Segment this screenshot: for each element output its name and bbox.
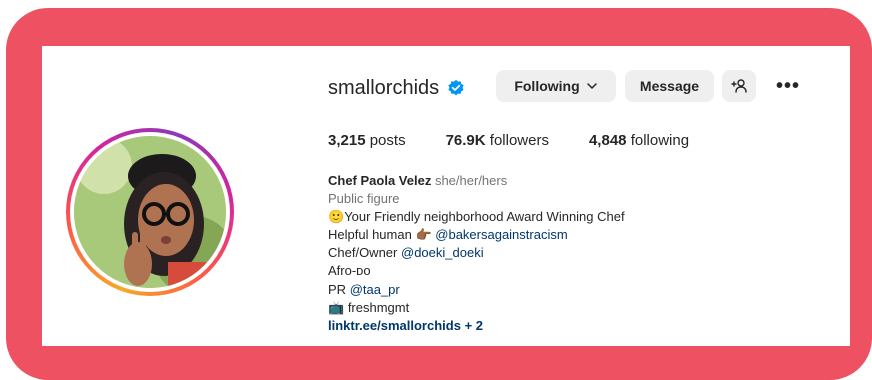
following-stat[interactable]: 4,848 following [589,132,689,149]
more-options-icon[interactable]: ••• [776,70,800,102]
following-button[interactable]: Following [496,70,616,102]
profile-stats: 3,215 posts 76.9K followers 4,848 follow… [328,132,729,149]
posts-stat[interactable]: 3,215 posts [328,132,406,149]
followers-stat[interactable]: 76.9K followers [446,132,549,149]
bio-mgmt-text: freshmgmt [347,299,410,315]
following-count: 4,848 [588,132,627,149]
tv-emoji-icon: 📺 [328,299,345,315]
posts-count: 3,215 [328,132,366,149]
display-name: Chef Paola Velez [328,173,432,188]
bio-helpful-text: Helpful human [328,227,412,243]
bio-pr-text: PR [328,281,347,297]
avatar [74,136,226,288]
followers-label: followers [489,132,549,149]
mention-doeki-doeki[interactable]: @doeki_doeki [401,245,484,260]
add-user-button[interactable] [722,70,756,102]
bio-tagline: Your Friendly neighborhood Award Winning… [344,209,625,225]
bio-afro-text: Afro-ᴅo [328,263,371,279]
bio-link[interactable]: linktr.ee/smallorchids [328,318,461,333]
mention-taa-pr[interactable]: @taa_pr [350,282,400,297]
add-user-icon [730,77,748,95]
posts-label: posts [369,132,406,149]
bio-chef-owner-text: Chef/Owner [328,245,398,261]
avatar-story-ring[interactable] [66,128,234,296]
pronouns: she/her/hers [434,173,508,188]
mention-bakersagainstracism[interactable]: @bakersagainstracism [435,227,567,242]
username: smallorchids [328,76,440,99]
profile-card: smallorchids Following Message ••• 3,215 [42,46,850,346]
following-label: following [630,132,690,149]
verified-badge-icon [447,79,465,97]
avatar-illustration [74,136,226,288]
followers-count: 76.9K [445,132,486,149]
profile-bio: Chef Paola Velez she/her/hers Public fig… [328,172,625,335]
profile-header: smallorchids [328,72,465,104]
message-button-label: Message [639,78,700,94]
smile-emoji-icon: 🙂 [328,209,345,225]
bio-link-more[interactable]: + 2 [465,318,483,333]
message-button[interactable]: Message [625,70,714,102]
pointing-hand-emoji-icon: 👉🏾 [415,227,432,243]
following-button-label: Following [514,78,580,94]
chevron-down-icon [586,80,598,92]
profile-category: Public figure [328,191,400,207]
